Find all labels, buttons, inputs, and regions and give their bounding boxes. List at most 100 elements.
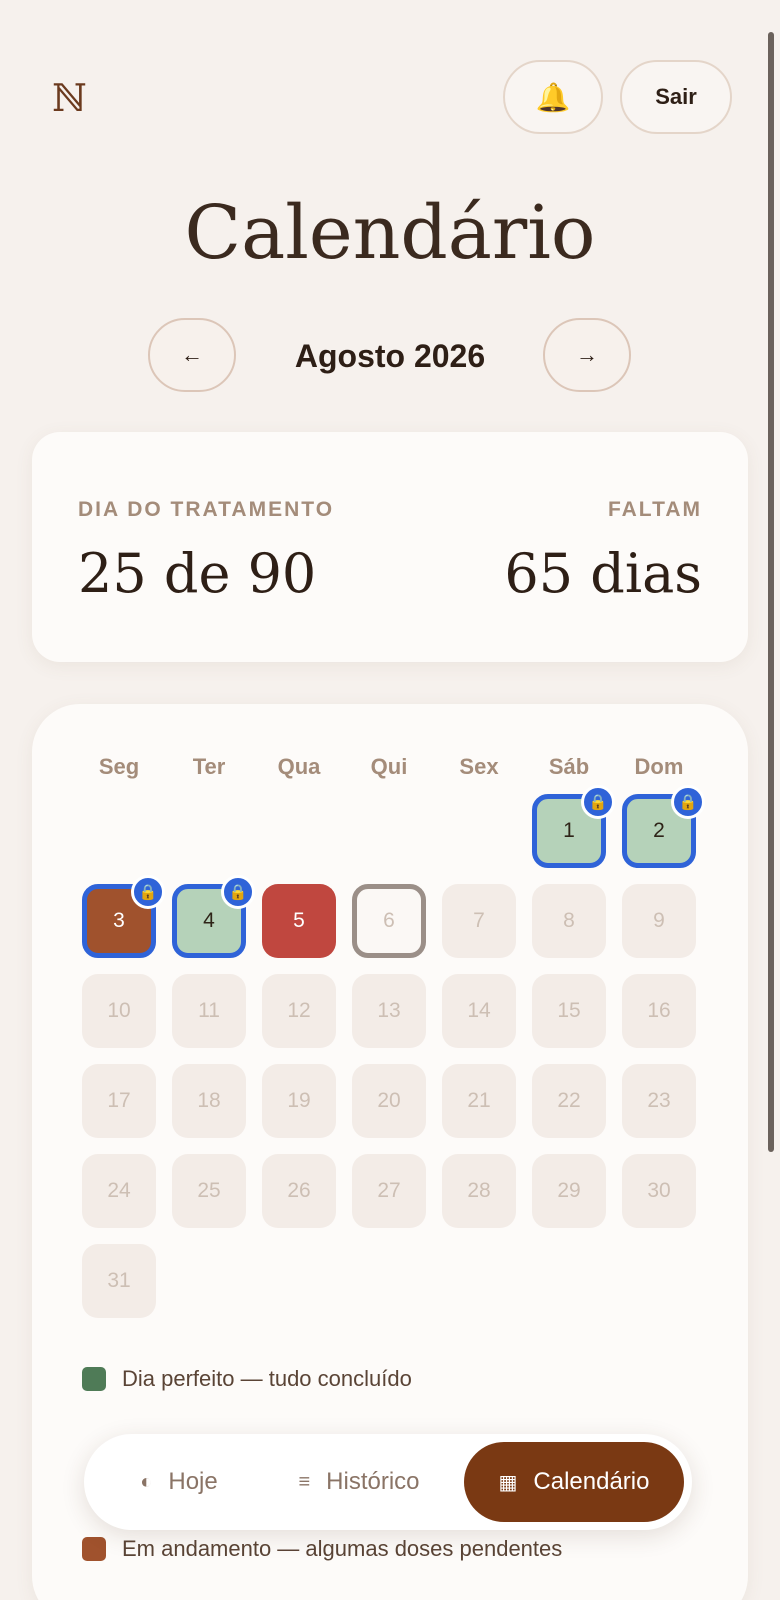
- day-number: 19: [287, 1089, 311, 1112]
- calendar-day-24[interactable]: 24: [82, 1154, 156, 1228]
- day-number: 22: [557, 1089, 581, 1112]
- legend-item-perfect: Dia perfeito — tudo concluído: [82, 1364, 412, 1394]
- calendar-day-26[interactable]: 26: [262, 1154, 336, 1228]
- day-number: 16: [647, 999, 671, 1022]
- calendar-day-13[interactable]: 13: [352, 974, 426, 1048]
- calendar-day-28[interactable]: 28: [442, 1154, 516, 1228]
- day-number: 14: [467, 999, 491, 1022]
- calendar-day-19[interactable]: 19: [262, 1064, 336, 1138]
- calendar-day-6[interactable]: 6: [352, 884, 426, 958]
- calendar-day-23[interactable]: 23: [622, 1064, 696, 1138]
- calendar-day-20[interactable]: 20: [352, 1064, 426, 1138]
- day-number: 25: [197, 1179, 221, 1202]
- calendar-day-9[interactable]: 9: [622, 884, 696, 958]
- lock-icon: 🔒: [671, 785, 705, 819]
- calendar-day-22[interactable]: 22: [532, 1064, 606, 1138]
- day-number: 31: [107, 1269, 131, 1292]
- calendar-day-3[interactable]: 3 🔒: [82, 875, 165, 958]
- list-icon: ≡: [298, 1470, 311, 1493]
- day-number: 15: [557, 999, 581, 1022]
- calendar-day-31[interactable]: 31: [82, 1244, 156, 1318]
- nav-tab-label: Hoje: [168, 1468, 218, 1495]
- day-number: 18: [197, 1089, 221, 1112]
- calendar-day-11[interactable]: 11: [172, 974, 246, 1048]
- calendar-grid-icon: ▦: [498, 1471, 518, 1494]
- calendar-day-14[interactable]: 14: [442, 974, 516, 1048]
- day-number: 4: [203, 909, 215, 932]
- weekday-header: Dom: [634, 754, 684, 779]
- calendar-day-8[interactable]: 8: [532, 884, 606, 958]
- calendar-day-2[interactable]: 2 🔒: [622, 785, 705, 868]
- treatment-stats-card: DIA DO TRATAMENTO 25 de 90 FALTAM 65 dia…: [32, 432, 748, 662]
- day-number: 11: [198, 999, 220, 1022]
- calendar-day-27[interactable]: 27: [352, 1154, 426, 1228]
- nav-tab-history[interactable]: ≡ Histórico: [264, 1442, 454, 1522]
- day-number: 24: [107, 1179, 131, 1202]
- weekday-header: Sáb: [548, 754, 590, 779]
- remaining-label: FALTAM: [607, 498, 702, 521]
- day-number: 9: [653, 909, 665, 932]
- day-number: 2: [653, 819, 665, 842]
- calendar-day-16[interactable]: 16: [622, 974, 696, 1048]
- calendar-day-25[interactable]: 25: [172, 1154, 246, 1228]
- nav-tab-label: Histórico: [326, 1468, 420, 1495]
- month-label: Agosto 2026: [294, 338, 486, 374]
- calendar-day-1[interactable]: 1 🔒: [532, 785, 615, 868]
- arrow-right-icon: →: [576, 342, 598, 367]
- page-title: Calendário: [184, 190, 596, 276]
- lock-icon: 🔒: [131, 875, 165, 909]
- legend-label: Em andamento — algumas doses pendentes: [122, 1536, 563, 1561]
- lock-icon: 🔒: [581, 785, 615, 819]
- day-number: 26: [287, 1179, 311, 1202]
- calendar-day-29[interactable]: 29: [532, 1154, 606, 1228]
- calendar-day-4[interactable]: 4 🔒: [172, 875, 255, 958]
- prev-month-button[interactable]: ←: [148, 318, 236, 392]
- calendar-day-18[interactable]: 18: [172, 1064, 246, 1138]
- calendar-day-12[interactable]: 12: [262, 974, 336, 1048]
- calendar-day-30[interactable]: 30: [622, 1154, 696, 1228]
- top-bar: ℕ 🔔 Sair: [0, 0, 764, 155]
- calendar-day-10[interactable]: 10: [82, 974, 156, 1048]
- weekday-header: Qua: [277, 754, 321, 779]
- logout-button[interactable]: Sair: [620, 60, 732, 134]
- lock-icon: 🔒: [221, 875, 255, 909]
- legend-item-in-progress: Em andamento — algumas doses pendentes: [82, 1534, 562, 1564]
- bell-icon: 🔔: [535, 81, 571, 113]
- nav-tab-label: Calendário: [533, 1468, 650, 1495]
- day-number: 6: [383, 909, 395, 932]
- calendar-day-5[interactable]: 5: [262, 884, 336, 958]
- next-month-button[interactable]: →: [543, 318, 631, 392]
- legend-swatch: [82, 1367, 106, 1391]
- calendar-day-17[interactable]: 17: [82, 1064, 156, 1138]
- legend-label: Dia perfeito — tudo concluído: [122, 1366, 412, 1391]
- weekday-header: Ter: [192, 754, 226, 779]
- day-number: 8: [563, 909, 575, 932]
- calendar-day-15[interactable]: 15: [532, 974, 606, 1048]
- remaining-value: 65 dias: [504, 542, 702, 605]
- page-scrollbar[interactable]: [768, 32, 774, 1152]
- day-number: 10: [107, 999, 131, 1022]
- nav-tab-today[interactable]: ◐ Hoje: [104, 1442, 254, 1522]
- day-number: 3: [113, 909, 125, 932]
- day-number: 27: [377, 1179, 401, 1202]
- day-number: 1: [563, 819, 575, 842]
- day-number: 28: [467, 1179, 491, 1202]
- app-logo: ℕ: [52, 76, 87, 120]
- day-number: 21: [467, 1089, 491, 1112]
- day-number: 17: [107, 1089, 131, 1112]
- treatment-day-value: 25 de 90: [78, 542, 317, 605]
- day-number: 7: [473, 909, 485, 932]
- day-number: 12: [287, 999, 311, 1022]
- weekday-header: Sex: [459, 754, 499, 779]
- calendar-day-7[interactable]: 7: [442, 884, 516, 958]
- day-number: 29: [557, 1179, 581, 1202]
- bottom-nav: ◐ Hoje ≡ Histórico ▦ Calendário: [84, 1434, 692, 1530]
- half-circle-icon: ◐: [140, 1470, 153, 1493]
- calendar-day-21[interactable]: 21: [442, 1064, 516, 1138]
- treatment-day-label: DIA DO TRATAMENTO: [78, 498, 335, 521]
- notifications-button[interactable]: 🔔: [503, 60, 603, 134]
- day-number: 30: [647, 1179, 671, 1202]
- nav-tab-calendar[interactable]: ▦ Calendário: [464, 1442, 684, 1522]
- day-number: 13: [377, 999, 401, 1022]
- legend-swatch: [82, 1537, 106, 1561]
